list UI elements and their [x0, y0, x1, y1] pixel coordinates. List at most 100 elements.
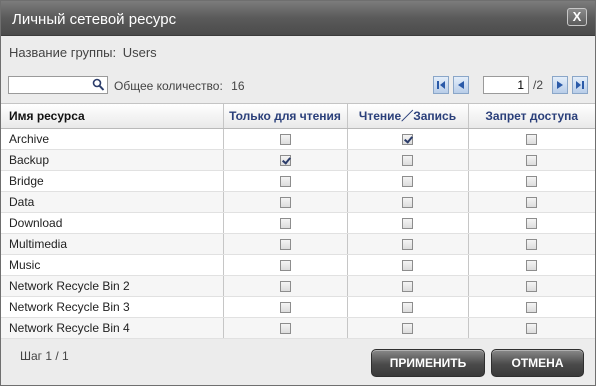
read-write-checkbox[interactable] [402, 133, 413, 145]
read-only-cell [222, 128, 347, 150]
read-write-checkbox[interactable] [402, 196, 413, 208]
resource-name: Backup [1, 149, 223, 171]
read-only-cell [222, 233, 347, 255]
total-count-value: 16 [231, 79, 245, 93]
read-write-checkbox[interactable] [402, 238, 413, 250]
resource-name: Data [1, 191, 223, 213]
group-name-label: Название группы: [9, 45, 117, 60]
read-only-checkbox[interactable] [279, 259, 291, 271]
resource-name: Network Recycle Bin 4 [1, 317, 223, 339]
last-page-icon [576, 81, 584, 89]
page-number-input[interactable] [483, 76, 529, 94]
read-only-checkbox[interactable] [279, 301, 291, 313]
deny-access-checkbox[interactable] [526, 217, 538, 229]
deny-access-cell [467, 317, 595, 339]
cancel-button[interactable]: ОТМЕНА [491, 349, 584, 377]
group-name-line: Название группы: Users [9, 45, 160, 60]
resource-name: Multimedia [1, 233, 223, 255]
resource-name: Archive [1, 128, 223, 150]
read-only-checkbox[interactable] [279, 280, 291, 292]
next-page-button[interactable] [552, 76, 568, 94]
read-write-cell [346, 212, 468, 234]
read-only-checkbox[interactable] [279, 238, 291, 250]
read-only-checkbox[interactable] [279, 322, 291, 334]
read-only-checkbox[interactable] [279, 217, 291, 229]
column-header-deny-access[interactable]: Запрет доступа [467, 104, 595, 129]
column-header-resource-name[interactable]: Имя ресурса [1, 104, 223, 129]
resource-name: Download [1, 212, 223, 234]
deny-access-cell [467, 212, 595, 234]
search-input[interactable] [9, 77, 91, 93]
deny-access-checkbox[interactable] [526, 322, 538, 334]
deny-access-cell [467, 254, 595, 276]
search-icon[interactable] [92, 78, 105, 92]
table-row: Music [1, 254, 595, 276]
read-only-checkbox[interactable] [279, 196, 291, 208]
deny-access-cell [467, 149, 595, 171]
table-row: Network Recycle Bin 3 [1, 296, 595, 318]
read-write-cell [346, 275, 468, 297]
table-header-row: Имя ресурса Только для чтения Чтение／Зап… [1, 104, 595, 129]
dialog-title: Личный сетевой ресурс [12, 11, 177, 28]
deny-access-cell [467, 296, 595, 318]
deny-access-checkbox[interactable] [526, 175, 538, 187]
read-only-cell [222, 170, 347, 192]
table-row: Download [1, 212, 595, 234]
total-count: Общее количество: 16 [114, 79, 250, 93]
next-page-icon [557, 81, 563, 89]
deny-access-checkbox[interactable] [526, 238, 538, 250]
dialog-titlebar[interactable]: Личный сетевой ресурс X [1, 1, 595, 36]
table-row: Network Recycle Bin 4 [1, 317, 595, 339]
read-write-cell [346, 317, 468, 339]
read-only-cell [222, 191, 347, 213]
read-only-cell [222, 254, 347, 276]
table-row: Multimedia [1, 233, 595, 255]
table-row: Bridge [1, 170, 595, 192]
first-page-icon [437, 81, 445, 89]
prev-page-button[interactable] [453, 76, 469, 94]
page-total: /2 [533, 78, 544, 92]
close-icon: X [572, 9, 582, 24]
read-write-checkbox[interactable] [402, 217, 413, 229]
deny-access-cell [467, 170, 595, 192]
step-indicator: Шаг 1 / 1 [20, 349, 69, 363]
read-write-cell [346, 296, 468, 318]
deny-access-checkbox[interactable] [526, 301, 538, 313]
read-only-cell [222, 275, 347, 297]
read-write-checkbox[interactable] [402, 280, 413, 292]
table-row: Network Recycle Bin 2 [1, 275, 595, 297]
resource-name: Network Recycle Bin 3 [1, 296, 223, 318]
read-write-cell [346, 170, 468, 192]
prev-page-icon [458, 81, 464, 89]
read-only-checkbox[interactable] [279, 175, 291, 187]
table-row: Archive [1, 128, 595, 150]
read-write-checkbox[interactable] [402, 259, 413, 271]
deny-access-checkbox[interactable] [526, 154, 538, 166]
close-button[interactable]: X [567, 8, 587, 26]
read-only-checkbox[interactable] [279, 154, 291, 166]
read-write-checkbox[interactable] [402, 154, 413, 166]
read-write-checkbox[interactable] [402, 322, 413, 334]
read-only-cell [222, 296, 347, 318]
read-write-checkbox[interactable] [402, 301, 413, 313]
pager: /2 [433, 76, 588, 94]
last-page-button[interactable] [572, 76, 588, 94]
deny-access-checkbox[interactable] [526, 280, 538, 292]
deny-access-checkbox[interactable] [526, 259, 538, 271]
deny-access-checkbox[interactable] [526, 133, 538, 145]
read-write-checkbox[interactable] [402, 175, 413, 187]
column-header-read-only[interactable]: Только для чтения [222, 104, 347, 129]
total-count-label: Общее количество: [114, 79, 223, 93]
table-body: Archive Backup Bridge Data Download Multimedi… [1, 128, 595, 339]
read-only-checkbox[interactable] [279, 133, 291, 145]
deny-access-checkbox[interactable] [526, 196, 538, 208]
read-only-cell [222, 317, 347, 339]
table-row: Backup [1, 149, 595, 171]
search-box[interactable] [8, 76, 108, 94]
private-network-share-dialog: Личный сетевой ресурс X Название группы:… [0, 0, 596, 386]
read-only-cell [222, 212, 347, 234]
column-header-read-write[interactable]: Чтение／Запись [346, 104, 468, 129]
apply-button[interactable]: ПРИМЕНИТЬ [371, 349, 485, 377]
first-page-button[interactable] [433, 76, 449, 94]
read-write-cell [346, 254, 468, 276]
